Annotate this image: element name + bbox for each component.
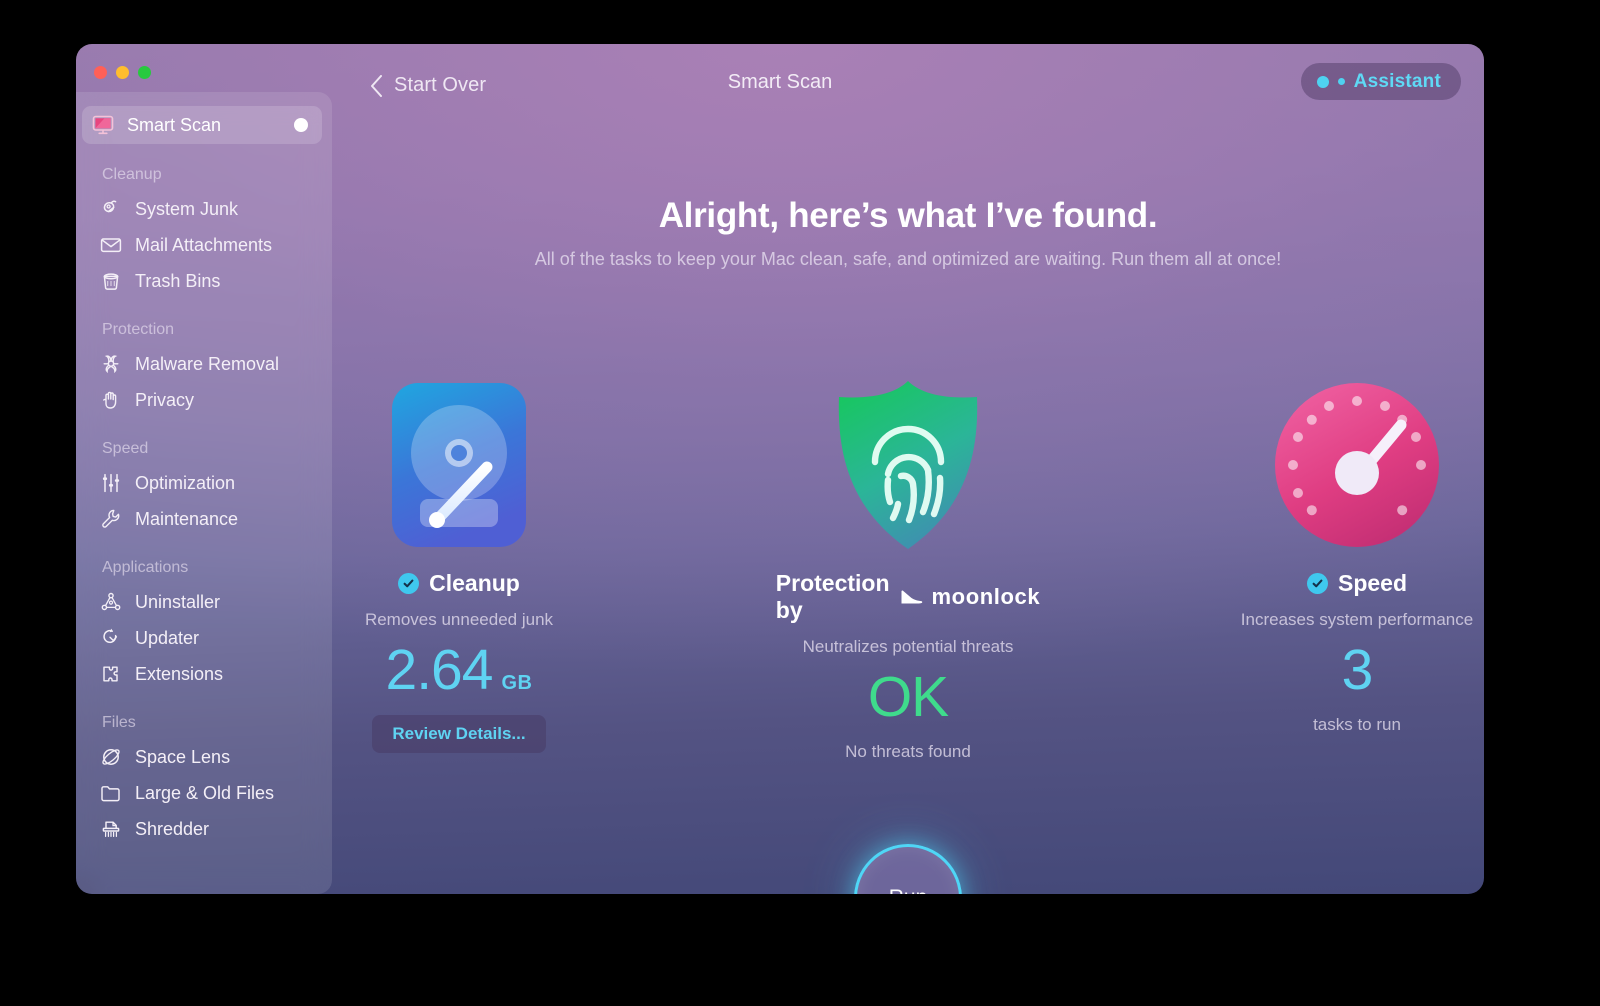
review-details-button[interactable]: Review Details...	[372, 715, 546, 753]
main-content: Alright, here’s what I’ve found. All of …	[332, 44, 1484, 894]
card-protection: Protection by moonlock Neutralizes poten…	[776, 374, 1040, 762]
sidebar-item-system-junk[interactable]: System Junk	[90, 191, 312, 227]
sidebar-item-extensions[interactable]: Extensions	[90, 656, 312, 692]
sidebar-item-label: Space Lens	[135, 746, 231, 767]
card-cleanup: Cleanup Removes unneeded junk 2.64 GB Re…	[332, 374, 586, 762]
sidebar-item-updater[interactable]: Updater	[90, 620, 312, 656]
sidebar-item-label: Maintenance	[135, 508, 239, 529]
sidebar-item-label: Trash Bins	[135, 270, 221, 291]
sliders-icon	[102, 473, 120, 493]
card-protection-title: Protection by moonlock	[776, 570, 1040, 624]
card-protection-note: No threats found	[845, 742, 971, 761]
card-cleanup-label: Cleanup	[429, 570, 520, 596]
card-speed-art	[1273, 374, 1441, 556]
card-cleanup-value: 2.64 GB	[386, 642, 533, 699]
checkmark-icon	[398, 573, 420, 594]
card-protection-label: Protection by	[775, 570, 890, 623]
headline: Alright, here’s what I’ve found.	[658, 196, 1158, 235]
card-speed: Speed Increases system performance 3 tas…	[1230, 374, 1484, 762]
card-speed-title: Speed	[1306, 570, 1408, 597]
card-speed-value: 3	[1341, 638, 1374, 702]
app-window: Start Over Smart Scan Assistant Smart Sc…	[76, 44, 1484, 894]
card-speed-description: Increases system performance	[1240, 610, 1474, 629]
sidebar-group-speed: Speed	[102, 440, 149, 457]
sidebar-item-maintenance[interactable]: Maintenance	[90, 501, 312, 537]
sidebar-item-label: Large & Old Files	[135, 782, 275, 803]
card-cleanup-art	[390, 374, 528, 556]
envelope-icon	[100, 238, 122, 253]
assistant-dot-small	[1337, 78, 1345, 85]
moonlock-wordmark: moonlock	[931, 584, 1041, 609]
result-cards: Cleanup Removes unneeded junk 2.64 GB Re…	[332, 374, 1484, 762]
sidebar-item-label: Malware Removal	[135, 353, 280, 374]
card-cleanup-amount: 2.64	[385, 638, 494, 702]
sidebar-item-label: Updater	[135, 627, 200, 648]
sidebar-item-label: Mail Attachments	[135, 234, 273, 255]
sidebar-item-mail-attachments[interactable]: Mail Attachments	[90, 227, 312, 263]
card-cleanup-description: Removes unneeded junk	[364, 610, 554, 629]
card-cleanup-title: Cleanup	[398, 570, 520, 597]
sidebar-item-label: Shredder	[135, 818, 210, 839]
sidebar-item-privacy[interactable]: Privacy	[90, 382, 312, 418]
hand-icon	[103, 391, 117, 409]
sidebar-item-label: Uninstaller	[135, 591, 221, 612]
sidebar: Smart Scan Cleanup System Junk Mail Atta…	[76, 92, 332, 894]
sidebar-group-cleanup: Cleanup	[102, 166, 162, 183]
sidebar-item-uninstaller[interactable]: Uninstaller	[90, 584, 312, 620]
puzzle-piece-icon	[103, 666, 118, 682]
card-protection-art	[827, 374, 989, 556]
sidebar-item-shredder[interactable]: Shredder	[90, 811, 312, 847]
sidebar-item-label: Extensions	[135, 663, 224, 684]
sidebar-item-label: Optimization	[135, 472, 236, 493]
folder-icon	[101, 786, 120, 802]
planet-icon	[102, 749, 120, 765]
sidebar-item-space-lens[interactable]: Space Lens	[90, 739, 312, 775]
trash-icon	[103, 273, 119, 290]
subheadline: All of the tasks to keep your Mac clean,…	[534, 249, 1282, 269]
shield-fingerprint-icon	[838, 381, 978, 549]
sidebar-item-label: System Junk	[135, 198, 239, 219]
sidebar-item-label: Privacy	[135, 389, 195, 410]
assistant-button[interactable]: Assistant	[1300, 63, 1461, 100]
checkmark-icon	[1306, 573, 1328, 594]
run-button[interactable]: Run	[854, 844, 962, 894]
molecule-icon	[101, 592, 121, 611]
card-cleanup-unit: GB	[501, 672, 533, 694]
page-title: Smart Scan	[727, 71, 833, 93]
wrench-icon	[102, 509, 120, 528]
moonlock-logo-icon	[901, 590, 922, 604]
hard-disk-icon	[392, 383, 526, 547]
shredder-icon	[102, 821, 120, 838]
card-speed-count: 3	[1341, 638, 1374, 702]
assistant-dot-large	[1316, 75, 1329, 88]
sidebar-item-optimization[interactable]: Optimization	[90, 465, 312, 501]
sidebar-item-large-old-files[interactable]: Large & Old Files	[90, 775, 312, 811]
card-speed-note: tasks to run	[1313, 715, 1401, 734]
moonlock-brand: moonlock	[900, 584, 1041, 610]
sidebar-item-malware-removal[interactable]: Malware Removal	[90, 346, 312, 382]
assistant-label: Assistant	[1353, 70, 1441, 92]
broom-icon	[103, 200, 117, 213]
speedometer-icon	[1275, 383, 1439, 547]
titlebar: Start Over Smart Scan Assistant	[76, 44, 1484, 128]
refresh-arrow-icon	[103, 628, 118, 644]
card-speed-label: Speed	[1337, 570, 1408, 596]
sidebar-group-applications: Applications	[102, 559, 189, 576]
card-protection-status: OK	[867, 665, 949, 729]
biohazard-icon	[103, 355, 119, 374]
sidebar-group-protection: Protection	[102, 321, 175, 338]
card-protection-value: OK	[867, 665, 949, 729]
sidebar-group-files: Files	[102, 714, 136, 731]
sidebar-groups: Cleanup System Junk Mail Attachments Tra…	[76, 144, 332, 847]
sidebar-item-trash-bins[interactable]: Trash Bins	[90, 263, 312, 299]
card-protection-description: Neutralizes potential threats	[802, 637, 1014, 656]
